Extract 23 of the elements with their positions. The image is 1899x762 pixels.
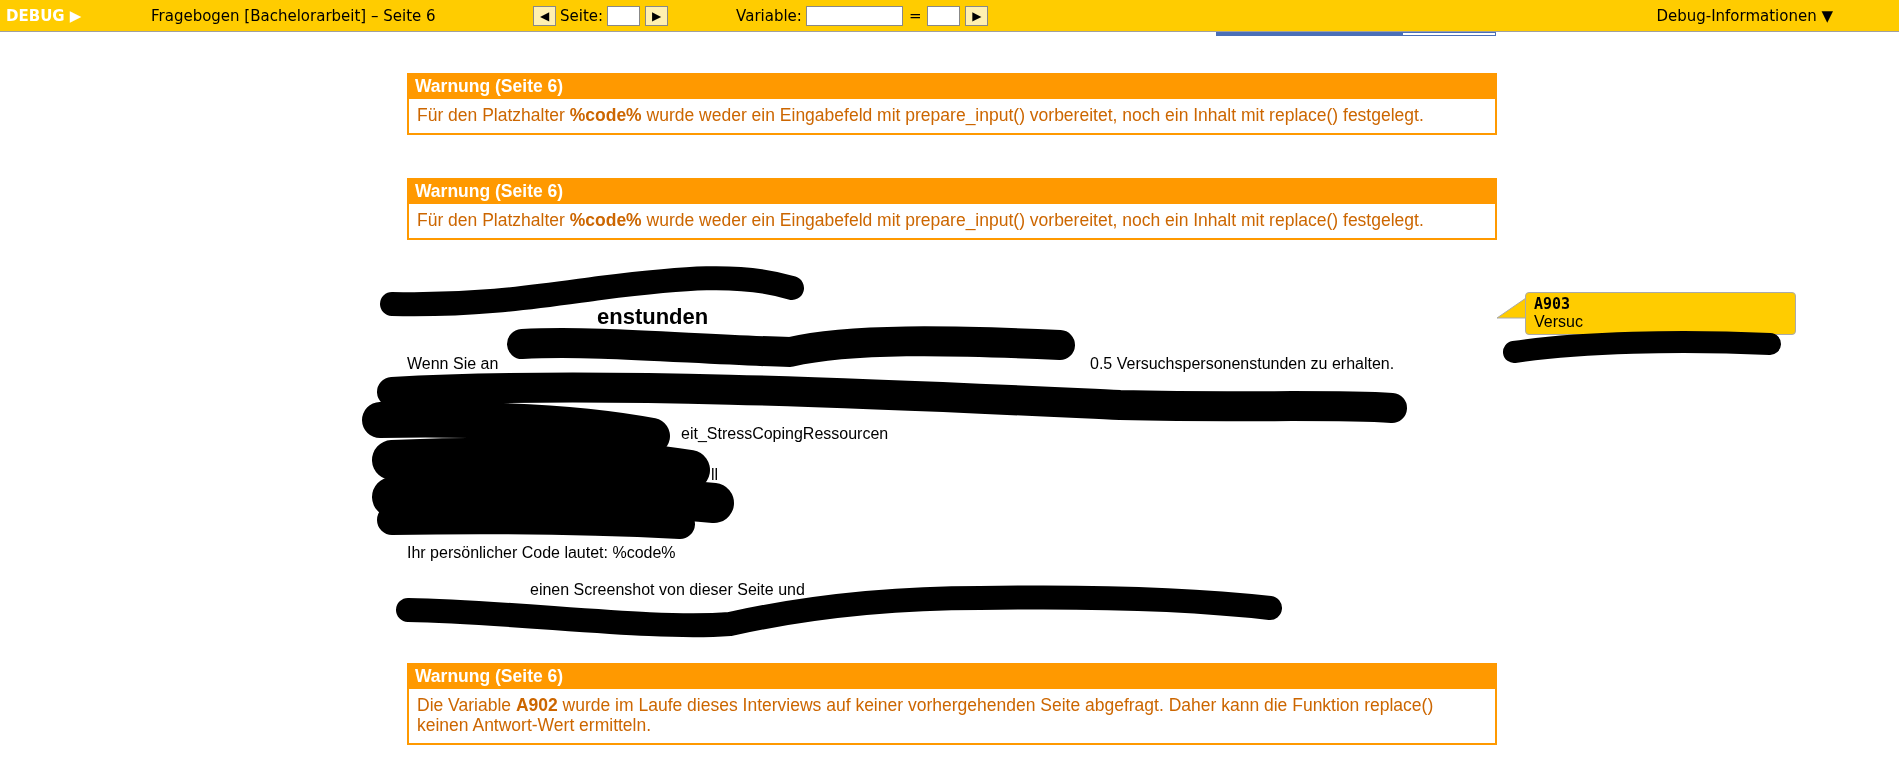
page-heading: enstunden — [597, 304, 709, 330]
warning-message: Die Variable A902 wurde im Laufe dieses Interviews auf keiner vorhergehenden Seite abgefragt. Daher kann die Funktion replace() keinen Antwort-Wert ermitteln. — [416, 694, 1435, 737]
warning-title: Warnung (Seite 6) — [409, 665, 1495, 689]
paragraph-text: ll — [711, 466, 719, 484]
paragraph-text: einen Screenshot von dieser Seite und — [530, 581, 805, 599]
warning-message: Für den Platzhalter %code% wurde weder ein Eingabefeld mit prepare_input() vorbereitet, noch ein Inhalt mit replace() festgelegt. — [416, 209, 1425, 233]
questionnaire-title: Fragebogen [Bachelorarbeit] – Seite 6 — [151, 6, 437, 25]
warning-message: Für den Platzhalter %code% wurde weder ein Eingabefeld mit prepare_input() vorbereitet, noch ein Inhalt mit replace() festgelegt. — [416, 104, 1425, 128]
variable-label: Variable: — [736, 6, 802, 25]
tooltip-variable: A903 — [1534, 296, 1572, 313]
previous-page-button[interactable]: ◀ — [533, 5, 556, 26]
set-variable-button[interactable]: ▶ — [965, 5, 989, 26]
page-label: Seite: — [560, 6, 604, 25]
paragraph-text: Ihr persönlicher Code lautet: %code% — [407, 544, 676, 562]
paragraph-text: 0.5 Versuchspersonenstunden zu erhalten. — [1090, 355, 1395, 373]
paragraph-text: Wenn Sie an — [407, 355, 499, 373]
next-page-button[interactable]: ▶ — [645, 5, 669, 26]
warning-title: Warnung (Seite 6) — [409, 75, 1495, 99]
paragraph-text: eit_StressCopingRessourcen — [681, 425, 889, 443]
warning-title: Warnung (Seite 6) — [409, 180, 1495, 204]
debug-info-menu[interactable]: Debug-Informationen ▼ — [1656, 6, 1833, 25]
equals-sign: = — [908, 6, 922, 25]
tooltip-text: Versuc — [1534, 313, 1584, 331]
